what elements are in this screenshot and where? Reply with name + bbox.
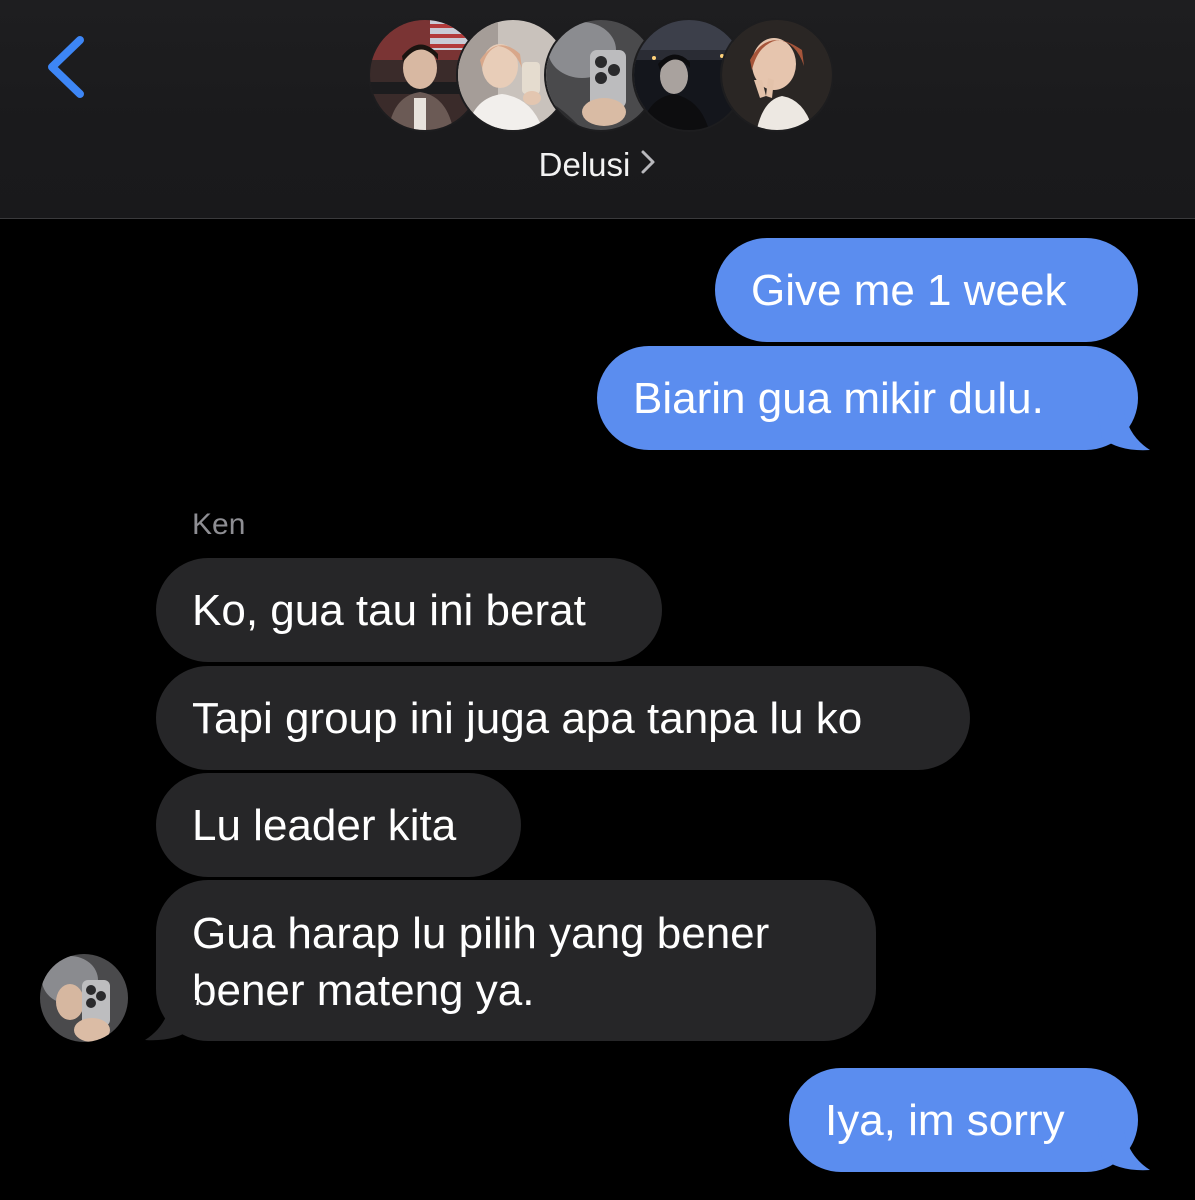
message-bubble-received[interactable]: Lu leader kita: [156, 773, 521, 877]
message-bubble-received[interactable]: Gua harap lu pilih yang bener bener mate…: [156, 880, 876, 1041]
message-text-line-2: bener mateng ya.: [192, 966, 535, 1015]
message-bubble-received[interactable]: Tapi group ini juga apa tanpa lu ko: [156, 666, 970, 770]
message-text: Lu leader kita: [192, 801, 457, 850]
message-text: Tapi group ini juga apa tanpa lu ko: [192, 694, 863, 743]
message-bubble-received[interactable]: Ko, gua tau ini berat: [156, 558, 662, 662]
message-text-line-1: Gua harap lu pilih yang bener: [192, 909, 770, 958]
back-button[interactable]: [30, 22, 100, 112]
message-text: Biarin gua mikir dulu.: [633, 374, 1044, 423]
message-bubble-sent[interactable]: Biarin gua mikir dulu.: [597, 346, 1138, 450]
chevron-left-icon: [48, 36, 84, 98]
group-name-button[interactable]: Delusi: [0, 146, 1195, 186]
conversation-header: Delusi: [0, 0, 1195, 219]
chevron-right-icon: [640, 145, 656, 183]
message-text: Ko, gua tau ini berat: [192, 586, 586, 635]
bubble-tail-received: [145, 1000, 197, 1041]
message-bubble-sent[interactable]: Give me 1 week: [715, 238, 1138, 342]
message-bubble-sent[interactable]: Iya, im sorry: [789, 1068, 1138, 1172]
sender-name: Ken: [192, 508, 246, 541]
bubble-tail-sent: [1098, 410, 1150, 451]
group-avatars[interactable]: [368, 18, 834, 136]
bubble-tail-sent: [1098, 1130, 1150, 1171]
group-name: Delusi: [538, 146, 631, 183]
member-avatar-5: [720, 18, 834, 132]
message-text: Give me 1 week: [751, 266, 1067, 315]
message-text: Iya, im sorry: [825, 1096, 1065, 1145]
sender-avatar[interactable]: [40, 954, 128, 1042]
